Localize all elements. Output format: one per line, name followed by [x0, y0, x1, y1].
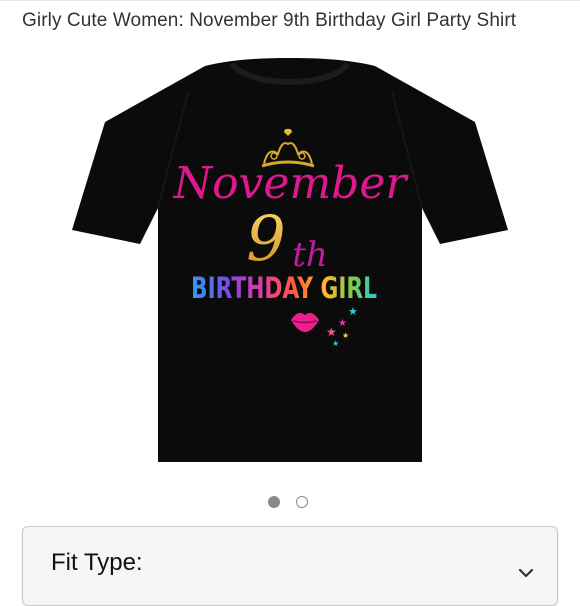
shirt-day-suffix: th — [292, 235, 328, 275]
shirt-day-number: 9 — [246, 202, 285, 275]
chevron-down-icon — [518, 568, 534, 578]
fit-type-label: Fit Type: — [51, 549, 143, 576]
product-image[interactable]: November 9 th BIRTHDAY GIRL ★ ★ ★ ★ ★ — [70, 52, 510, 472]
carousel-dot-1[interactable] — [268, 496, 280, 508]
svg-text:★: ★ — [326, 325, 337, 339]
tshirt-body — [72, 58, 508, 462]
tshirt-image: November 9 th BIRTHDAY GIRL ★ ★ ★ ★ ★ — [72, 58, 508, 462]
carousel-dot-2[interactable] — [296, 496, 308, 508]
svg-text:★: ★ — [338, 318, 347, 329]
shirt-month-text: November — [173, 158, 410, 209]
svg-text:★: ★ — [342, 331, 349, 340]
fit-type-selector[interactable]: Fit Type: — [22, 526, 558, 606]
product-title: Girly Cute Women: November 9th Birthday … — [22, 10, 517, 31]
svg-text:★: ★ — [348, 305, 358, 318]
carousel-indicators — [268, 496, 308, 508]
top-divider — [0, 0, 580, 1]
svg-text:★: ★ — [332, 339, 339, 348]
shirt-tagline: BIRTHDAY GIRL — [191, 271, 377, 305]
